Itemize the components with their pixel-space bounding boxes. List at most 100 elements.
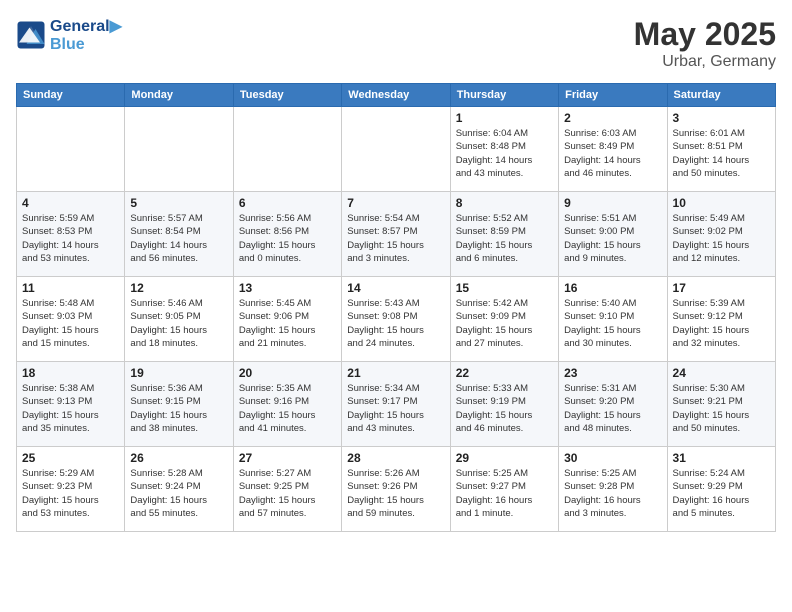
day-info: Sunrise: 5:31 AM Sunset: 9:20 PM Dayligh… (564, 382, 661, 435)
day-info: Sunrise: 5:52 AM Sunset: 8:59 PM Dayligh… (456, 212, 553, 265)
calendar-cell (17, 107, 125, 192)
day-info: Sunrise: 5:59 AM Sunset: 8:53 PM Dayligh… (22, 212, 119, 265)
week-row-5: 25 Sunrise: 5:29 AM Sunset: 9:23 PM Dayli… (17, 447, 776, 532)
calendar-cell: 24Sunrise: 5:30 AM Sunset: 9:21 PM Dayli… (667, 362, 775, 447)
day-number: 30 (564, 451, 661, 465)
day-number: 18 (22, 366, 119, 380)
calendar-cell: 22Sunrise: 5:33 AM Sunset: 9:19 PM Dayli… (450, 362, 558, 447)
day-info: Sunrise: 5:34 AM Sunset: 9:17 PM Dayligh… (347, 382, 444, 435)
calendar-cell: 3 Sunrise: 6:01 AM Sunset: 8:51 PM Daylig… (667, 107, 775, 192)
day-number: 27 (239, 451, 336, 465)
calendar-cell: 17 Sunrise: 5:39 AM Sunset: 9:12 PM Dayli… (667, 277, 775, 362)
calendar-cell: 12 Sunrise: 5:46 AM Sunset: 9:05 PM Dayli… (125, 277, 233, 362)
calendar-cell (125, 107, 233, 192)
day-number: 26 (130, 451, 227, 465)
day-info: Sunrise: 5:51 AM Sunset: 9:00 PM Dayligh… (564, 212, 661, 265)
day-info: Sunrise: 5:39 AM Sunset: 9:12 PM Dayligh… (673, 297, 770, 350)
day-info: Sunrise: 6:01 AM Sunset: 8:51 PM Dayligh… (673, 127, 770, 180)
day-info: Sunrise: 5:25 AM Sunset: 9:27 PM Dayligh… (456, 467, 553, 520)
calendar-cell: 7 Sunrise: 5:54 AM Sunset: 8:57 PM Daylig… (342, 192, 450, 277)
day-number: 10 (673, 196, 770, 210)
day-info: Sunrise: 5:43 AM Sunset: 9:08 PM Dayligh… (347, 297, 444, 350)
calendar-cell: 8 Sunrise: 5:52 AM Sunset: 8:59 PM Daylig… (450, 192, 558, 277)
day-info: Sunrise: 5:24 AM Sunset: 9:29 PM Dayligh… (673, 467, 770, 520)
week-row-2: 4Sunrise: 5:59 AM Sunset: 8:53 PM Daylig… (17, 192, 776, 277)
location: Urbar, Germany (634, 53, 776, 71)
day-info: Sunrise: 6:03 AM Sunset: 8:49 PM Dayligh… (564, 127, 661, 180)
calendar-cell: 29 Sunrise: 5:25 AM Sunset: 9:27 PM Dayli… (450, 447, 558, 532)
day-number: 20 (239, 366, 336, 380)
day-number: 2 (564, 111, 661, 125)
day-number: 19 (130, 366, 227, 380)
weekday-header-tuesday: Tuesday (233, 84, 341, 107)
day-info: Sunrise: 5:28 AM Sunset: 9:24 PM Dayligh… (130, 467, 227, 520)
day-info: Sunrise: 5:54 AM Sunset: 8:57 PM Dayligh… (347, 212, 444, 265)
day-info: Sunrise: 5:26 AM Sunset: 9:26 PM Dayligh… (347, 467, 444, 520)
day-info: Sunrise: 5:27 AM Sunset: 9:25 PM Dayligh… (239, 467, 336, 520)
calendar-cell: 28Sunrise: 5:26 AM Sunset: 9:26 PM Dayli… (342, 447, 450, 532)
day-number: 11 (22, 281, 119, 295)
day-number: 17 (673, 281, 770, 295)
day-number: 7 (347, 196, 444, 210)
day-number: 6 (239, 196, 336, 210)
calendar-cell: 30 Sunrise: 5:25 AM Sunset: 9:28 PM Dayli… (559, 447, 667, 532)
day-number: 1 (456, 111, 553, 125)
day-info: Sunrise: 5:35 AM Sunset: 9:16 PM Dayligh… (239, 382, 336, 435)
weekday-header-monday: Monday (125, 84, 233, 107)
calendar-table: SundayMondayTuesdayWednesdayThursdayFrid… (16, 83, 776, 532)
week-row-3: 11 Sunrise: 5:48 AM Sunset: 9:03 PM Dayli… (17, 277, 776, 362)
calendar-cell: 4Sunrise: 5:59 AM Sunset: 8:53 PM Daylig… (17, 192, 125, 277)
day-info: Sunrise: 5:56 AM Sunset: 8:56 PM Dayligh… (239, 212, 336, 265)
day-info: Sunrise: 5:45 AM Sunset: 9:06 PM Dayligh… (239, 297, 336, 350)
day-number: 24 (673, 366, 770, 380)
day-number: 3 (673, 111, 770, 125)
calendar-cell: 6 Sunrise: 5:56 AM Sunset: 8:56 PM Daylig… (233, 192, 341, 277)
weekday-header-wednesday: Wednesday (342, 84, 450, 107)
day-number: 29 (456, 451, 553, 465)
logo: General▶ Blue (16, 16, 122, 54)
calendar-cell: 15 Sunrise: 5:42 AM Sunset: 9:09 PM Dayli… (450, 277, 558, 362)
calendar-cell: 14 Sunrise: 5:43 AM Sunset: 9:08 PM Dayli… (342, 277, 450, 362)
calendar-cell: 10 Sunrise: 5:49 AM Sunset: 9:02 PM Dayli… (667, 192, 775, 277)
calendar-cell: 1Sunrise: 6:04 AM Sunset: 8:48 PM Daylig… (450, 107, 558, 192)
day-number: 9 (564, 196, 661, 210)
title-block: May 2025 Urbar, Germany (634, 16, 776, 71)
day-number: 5 (130, 196, 227, 210)
day-number: 14 (347, 281, 444, 295)
calendar-header-row: SundayMondayTuesdayWednesdayThursdayFrid… (17, 84, 776, 107)
calendar-cell: 26 Sunrise: 5:28 AM Sunset: 9:24 PM Dayli… (125, 447, 233, 532)
day-info: Sunrise: 5:40 AM Sunset: 9:10 PM Dayligh… (564, 297, 661, 350)
calendar-cell (233, 107, 341, 192)
month-title: May 2025 (634, 16, 776, 53)
day-number: 12 (130, 281, 227, 295)
calendar-cell: 13 Sunrise: 5:45 AM Sunset: 9:06 PM Dayli… (233, 277, 341, 362)
day-info: Sunrise: 5:46 AM Sunset: 9:05 PM Dayligh… (130, 297, 227, 350)
day-number: 23 (564, 366, 661, 380)
calendar-cell: 27 Sunrise: 5:27 AM Sunset: 9:25 PM Dayli… (233, 447, 341, 532)
day-info: Sunrise: 5:49 AM Sunset: 9:02 PM Dayligh… (673, 212, 770, 265)
day-info: Sunrise: 5:36 AM Sunset: 9:15 PM Dayligh… (130, 382, 227, 435)
day-number: 25 (22, 451, 119, 465)
weekday-header-friday: Friday (559, 84, 667, 107)
calendar-cell: 16 Sunrise: 5:40 AM Sunset: 9:10 PM Dayli… (559, 277, 667, 362)
logo-text: General▶ Blue (50, 16, 122, 54)
calendar-cell: 23 Sunrise: 5:31 AM Sunset: 9:20 PM Dayli… (559, 362, 667, 447)
day-info: Sunrise: 5:57 AM Sunset: 8:54 PM Dayligh… (130, 212, 227, 265)
day-info: Sunrise: 5:29 AM Sunset: 9:23 PM Dayligh… (22, 467, 119, 520)
calendar-cell: 21Sunrise: 5:34 AM Sunset: 9:17 PM Dayli… (342, 362, 450, 447)
day-number: 16 (564, 281, 661, 295)
day-number: 13 (239, 281, 336, 295)
weekday-header-saturday: Saturday (667, 84, 775, 107)
day-number: 15 (456, 281, 553, 295)
day-info: Sunrise: 5:38 AM Sunset: 9:13 PM Dayligh… (22, 382, 119, 435)
day-number: 31 (673, 451, 770, 465)
day-info: Sunrise: 5:42 AM Sunset: 9:09 PM Dayligh… (456, 297, 553, 350)
day-number: 8 (456, 196, 553, 210)
logo-icon (16, 20, 46, 50)
calendar-cell: 9 Sunrise: 5:51 AM Sunset: 9:00 PM Daylig… (559, 192, 667, 277)
week-row-1: 1Sunrise: 6:04 AM Sunset: 8:48 PM Daylig… (17, 107, 776, 192)
calendar-cell: 5 Sunrise: 5:57 AM Sunset: 8:54 PM Daylig… (125, 192, 233, 277)
day-info: Sunrise: 5:48 AM Sunset: 9:03 PM Dayligh… (22, 297, 119, 350)
weekday-header-sunday: Sunday (17, 84, 125, 107)
day-info: Sunrise: 5:25 AM Sunset: 9:28 PM Dayligh… (564, 467, 661, 520)
